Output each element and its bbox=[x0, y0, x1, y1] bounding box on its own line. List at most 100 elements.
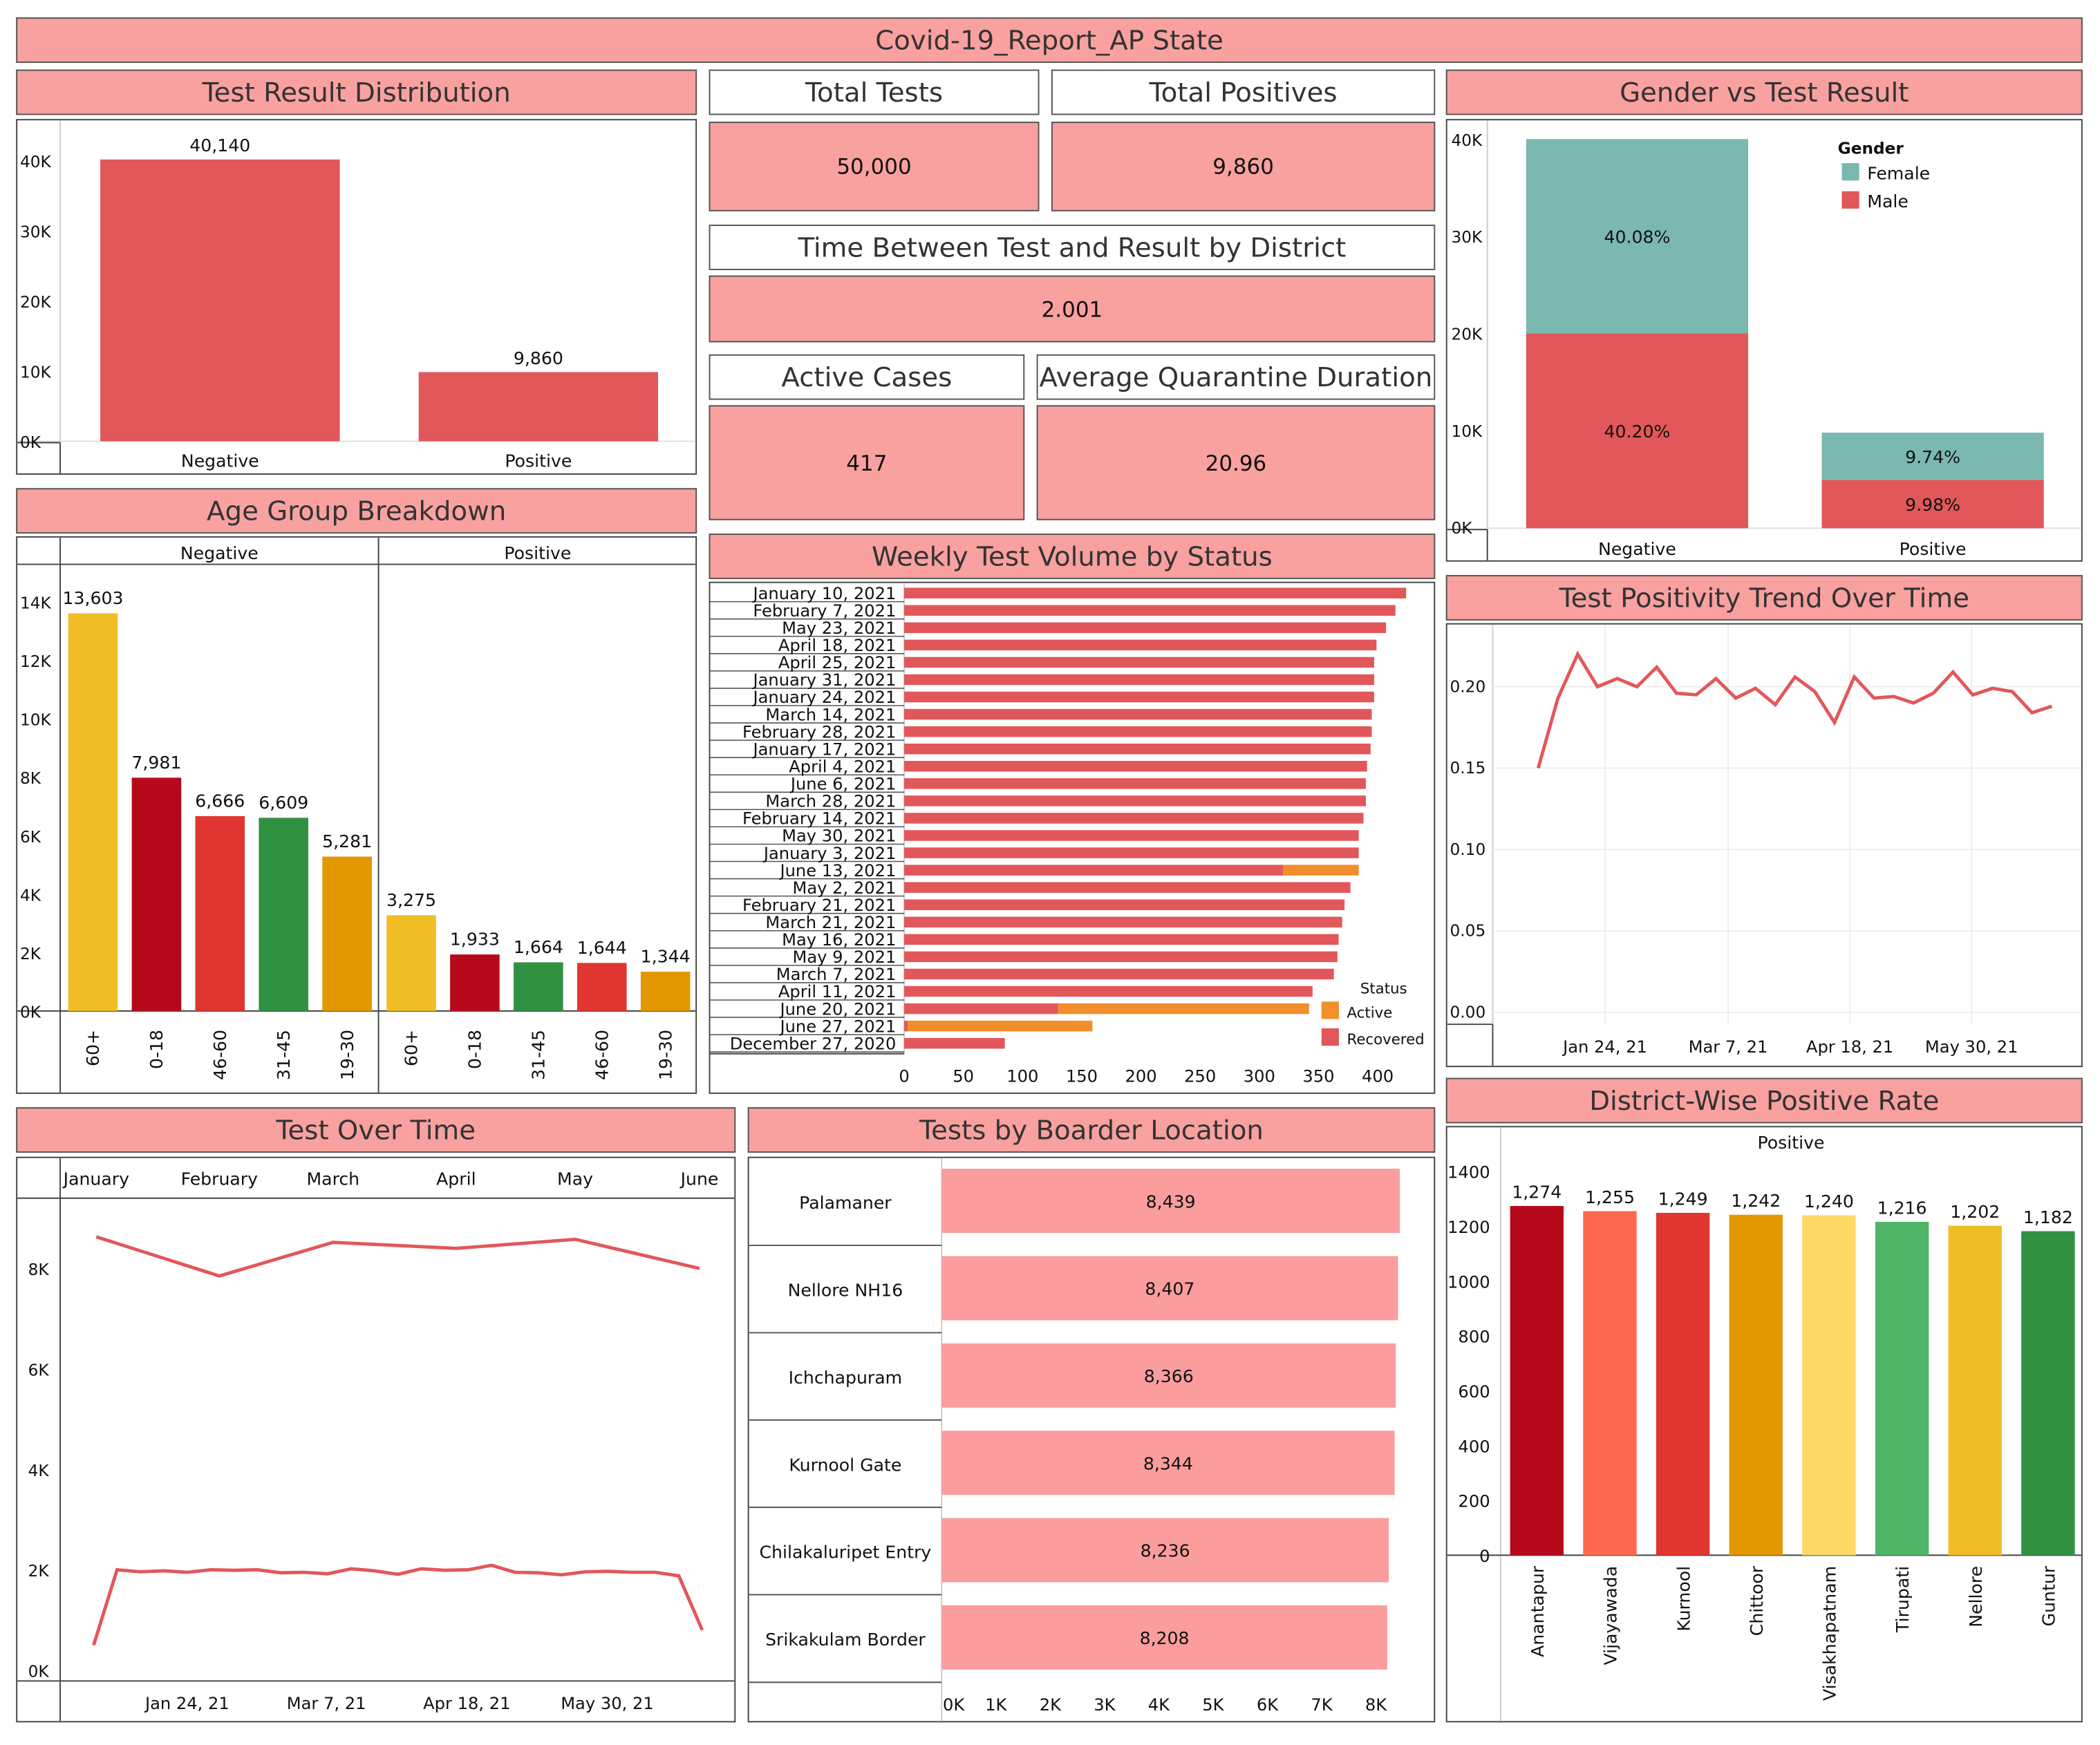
y-tick-label: 2K bbox=[20, 945, 41, 963]
month-label: May bbox=[557, 1169, 593, 1189]
week-label: March 7, 2021 bbox=[776, 965, 897, 984]
bar-district-anantapur bbox=[1510, 1206, 1564, 1556]
bar-district-vijayawada bbox=[1583, 1211, 1637, 1556]
y-tick-label: 10K bbox=[20, 364, 52, 382]
bar-recovered bbox=[904, 761, 1367, 772]
x-tick-label: 400 bbox=[1362, 1066, 1394, 1086]
bar-value-label: 9,860 bbox=[514, 348, 563, 368]
total-positives-label: Total Positives bbox=[1051, 69, 1436, 115]
active-cases-label: Active Cases bbox=[709, 354, 1025, 400]
bar-recovered bbox=[904, 865, 1284, 876]
y-tick-label: 10K bbox=[20, 711, 52, 730]
bar-district-visakhapatnam bbox=[1802, 1215, 1856, 1556]
positivity-line bbox=[1536, 650, 2053, 769]
stack-value-label: 9.74% bbox=[1905, 447, 1960, 467]
bar-positive bbox=[418, 372, 659, 442]
bar-recovered bbox=[904, 830, 1359, 841]
week-label: December 27, 2020 bbox=[730, 1034, 897, 1053]
stack-value-label: 9.98% bbox=[1905, 495, 1960, 515]
bar-recovered bbox=[904, 708, 1372, 720]
x-tick-label: Apr 18, 21 bbox=[1806, 1037, 1893, 1057]
y-tick-label: 30K bbox=[20, 223, 52, 241]
bar-recovered bbox=[904, 639, 1377, 651]
y-tick-label: 1400 bbox=[1447, 1163, 1490, 1182]
gender-title: Gender vs Test Result bbox=[1445, 69, 2083, 115]
y-tick-label: 0.00 bbox=[1450, 1003, 1486, 1022]
week-label: January 3, 2021 bbox=[762, 844, 897, 863]
test-over-time-chart: 0K 2K 4K 6K 8K January February March April May Ju… bbox=[17, 1158, 735, 1722]
bar-value-label: 8,236 bbox=[1141, 1541, 1190, 1561]
y-tick-label: 0 bbox=[1479, 1547, 1490, 1566]
test-result-chart: 0K 10K 20K 30K 40K 40,140 Negative 9,860 Positiv… bbox=[17, 120, 696, 473]
bar-value-label: 1,240 bbox=[1804, 1191, 1854, 1211]
bar-value-label: 1,242 bbox=[1731, 1191, 1781, 1211]
bar-value-label: 1,249 bbox=[1658, 1189, 1708, 1209]
week-label: February 14, 2021 bbox=[742, 809, 896, 829]
week-label: June 13, 2021 bbox=[778, 861, 896, 880]
week-label: May 16, 2021 bbox=[782, 930, 896, 950]
y-tick-label: 40K bbox=[20, 153, 52, 171]
stack-value-label: 40.20% bbox=[1604, 422, 1671, 442]
bar-recovered bbox=[904, 899, 1345, 910]
bar-district-nellore bbox=[1948, 1225, 2002, 1556]
y-tick-label: 0K bbox=[1451, 519, 1472, 538]
y-tick-label: 400 bbox=[1458, 1437, 1490, 1456]
bar-recovered bbox=[904, 968, 1334, 980]
week-label: June 20, 2021 bbox=[778, 999, 896, 1019]
bar-value-label: 1,216 bbox=[1877, 1198, 1927, 1218]
y-tick-label: 8K bbox=[20, 769, 41, 788]
active-cases-value: 417 bbox=[709, 405, 1025, 520]
y-tick-label: 200 bbox=[1458, 1492, 1490, 1511]
x-tick-label: 4K bbox=[1148, 1695, 1170, 1715]
x-tick-label: Apr 18, 21 bbox=[423, 1694, 510, 1713]
y-tick-label: 0.15 bbox=[1450, 759, 1486, 777]
test-over-time-title: Test Over Time bbox=[16, 1107, 736, 1153]
x-category-label: Tirupati bbox=[1893, 1566, 1913, 1633]
month-label: February bbox=[181, 1169, 259, 1189]
bar-age-60+ bbox=[386, 915, 436, 1011]
bar-value-label: 7,981 bbox=[131, 753, 181, 773]
week-label: April 25, 2021 bbox=[778, 653, 897, 672]
age-panel: 0K 2K 4K 6K 8K 10K 12K 14K Negative 13,603 60+ 7,98… bbox=[16, 536, 697, 1094]
week-label: April 11, 2021 bbox=[778, 982, 897, 1001]
total-tests-value: 50,000 bbox=[709, 122, 1040, 211]
quarantine-label: Average Quarantine Duration bbox=[1036, 354, 1436, 400]
x-tick-label: 200 bbox=[1125, 1066, 1156, 1086]
border-location-label: Chilakaluripet Entry bbox=[760, 1543, 932, 1563]
y-tick-label: 4K bbox=[28, 1462, 50, 1480]
x-tick-label: 0 bbox=[899, 1066, 909, 1086]
y-tick-label: 0.05 bbox=[1450, 922, 1486, 941]
bar-value-label: 1,644 bbox=[577, 938, 627, 958]
positivity-chart: 0.00 0.05 0.10 0.15 0.20 Jan 24, 21 Mar 7, 21 A… bbox=[1447, 624, 2081, 1066]
bar-negative bbox=[100, 159, 340, 442]
bar-value-label: 6,609 bbox=[259, 793, 308, 813]
bar-value-label: 1,344 bbox=[641, 946, 691, 966]
bar-value-label: 13,603 bbox=[62, 588, 123, 608]
month-label: March bbox=[306, 1169, 359, 1189]
x-category-label: Vijayawada bbox=[1601, 1566, 1621, 1666]
bar-recovered bbox=[904, 778, 1366, 789]
bar-age-46-60 bbox=[576, 963, 627, 1011]
bar-district-tirupati bbox=[1875, 1222, 1929, 1556]
y-tick-label: 0K bbox=[20, 433, 41, 452]
x-tick-label: 7K bbox=[1311, 1695, 1333, 1715]
x-tick-label: Jan 24, 21 bbox=[144, 1694, 229, 1713]
x-tick-label: 150 bbox=[1066, 1066, 1098, 1086]
test-result-panel: 0K 10K 20K 30K 40K 40,140 Negative 9,860 Positiv… bbox=[16, 119, 697, 475]
x-category-label: Positive bbox=[505, 451, 572, 471]
bar-recovered bbox=[904, 813, 1364, 824]
x-tick-label: 0K bbox=[943, 1695, 965, 1715]
week-label: January 24, 2021 bbox=[751, 688, 896, 707]
week-label: May 30, 2021 bbox=[782, 827, 896, 846]
border-location-label: Nellore NH16 bbox=[788, 1281, 903, 1301]
x-category-label: Kurnool bbox=[1674, 1566, 1694, 1632]
y-tick-label: 4K bbox=[20, 886, 41, 905]
border-location-label: Kurnool Gate bbox=[789, 1455, 901, 1475]
x-tick-label: 1K bbox=[985, 1695, 1007, 1715]
border-panel: Palamaner 8,439 Nellore NH16 8,407 Ichchapur… bbox=[747, 1156, 1436, 1723]
x-tick-label: 100 bbox=[1006, 1066, 1038, 1086]
x-tick-label: 2K bbox=[1040, 1695, 1062, 1715]
legend-swatch-active bbox=[1321, 1001, 1339, 1019]
week-label: June 27, 2021 bbox=[778, 1017, 896, 1036]
legend-title: Status bbox=[1360, 981, 1407, 998]
